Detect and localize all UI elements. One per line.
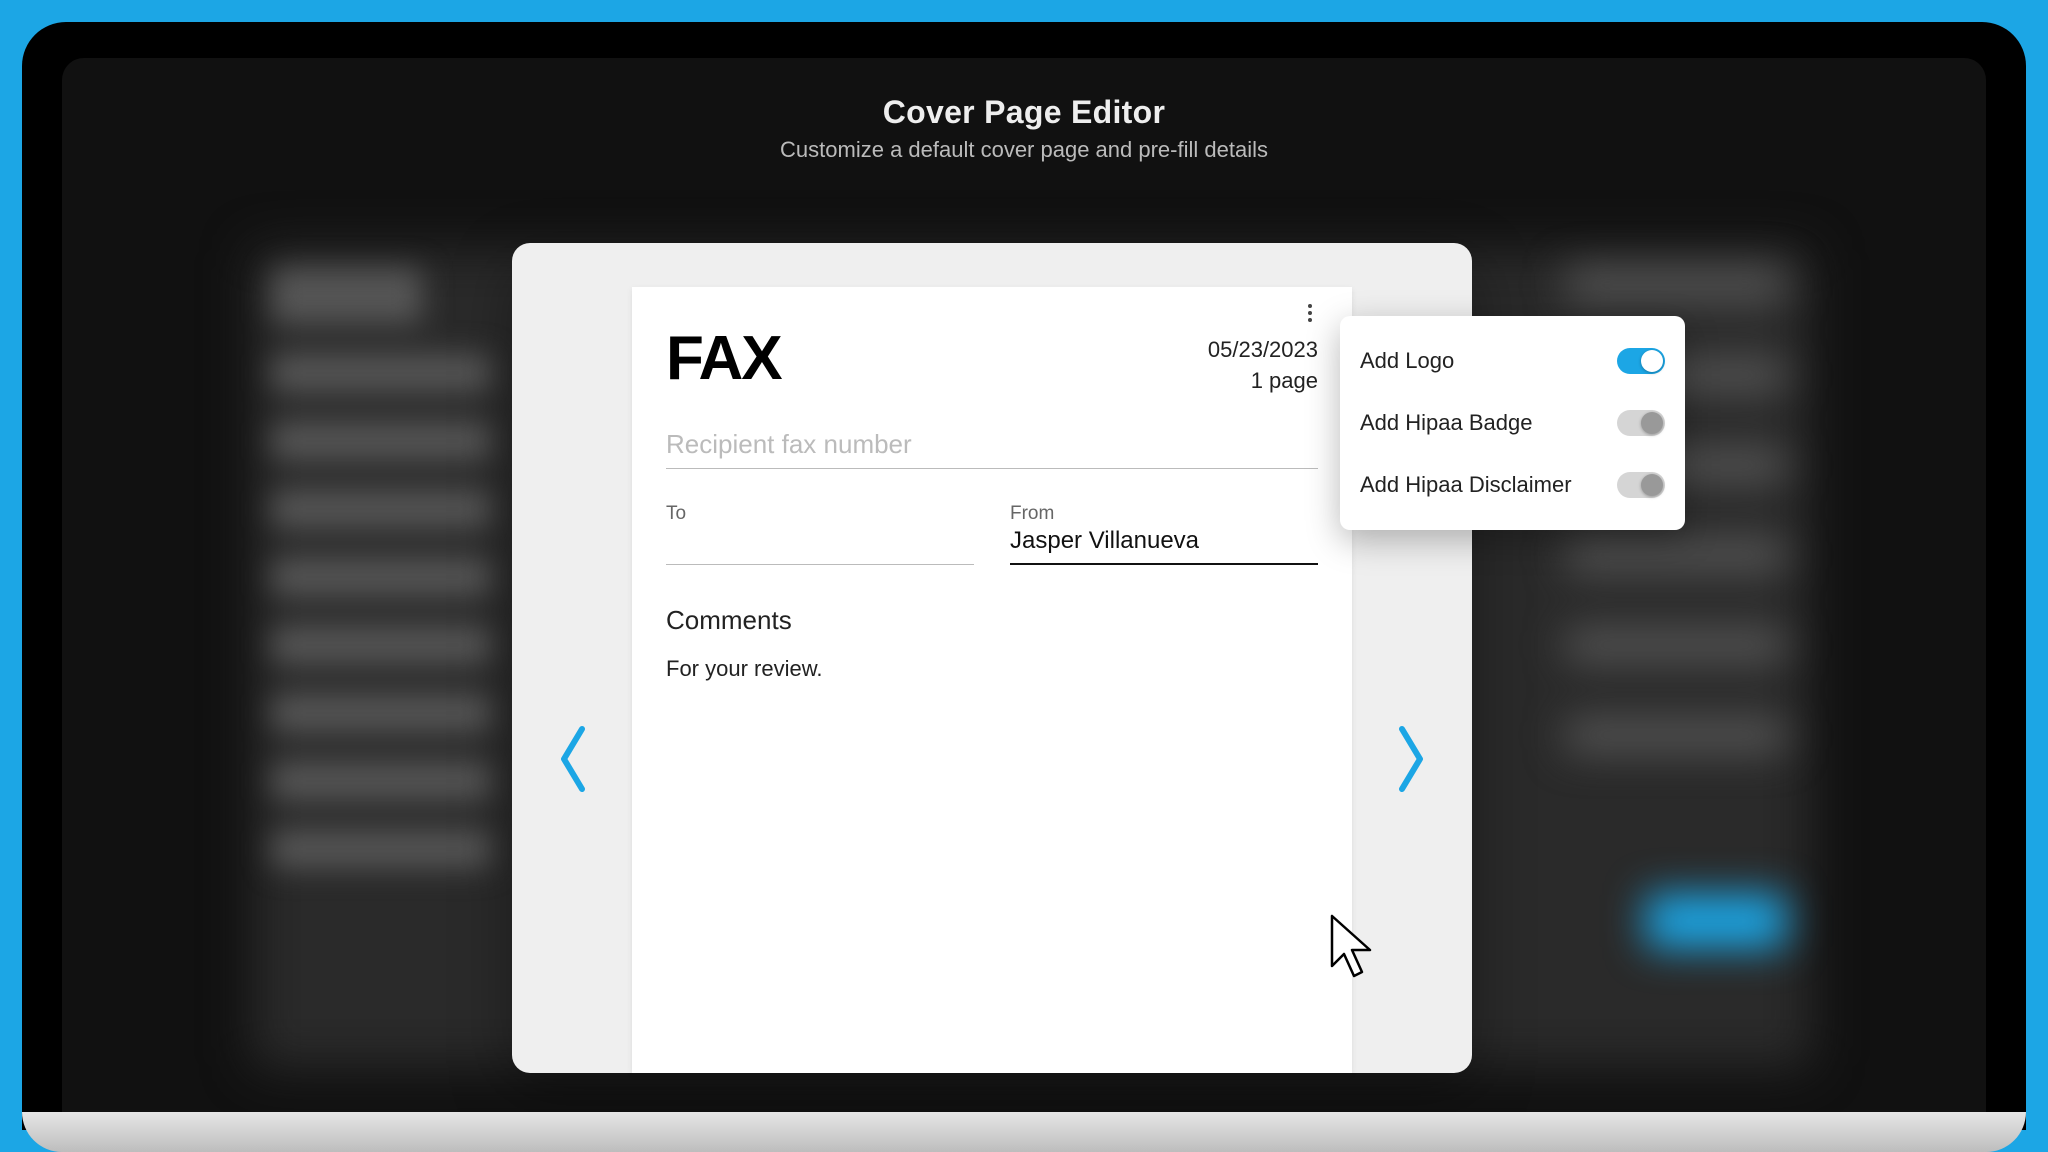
recipient-fax-input[interactable]: Recipient fax number <box>666 429 1318 469</box>
cover-page-preview: FAX 05/23/2023 1 page Recipient fax numb… <box>632 287 1352 1073</box>
toggle-add-hipaa-badge[interactable] <box>1617 410 1665 436</box>
device-frame: Cover Page Editor Customize a default co… <box>22 22 2026 1130</box>
toggle-add-hipaa-disclaimer[interactable] <box>1617 472 1665 498</box>
chevron-left-icon <box>554 723 592 795</box>
more-options-button[interactable] <box>1298 301 1322 325</box>
option-label: Add Hipaa Badge <box>1360 410 1532 436</box>
comments-label: Comments <box>666 605 1318 636</box>
from-field[interactable]: From Jasper Villanueva <box>1010 503 1318 565</box>
option-add-logo: Add Logo <box>1360 330 1665 392</box>
cover-date: 05/23/2023 <box>1208 335 1318 366</box>
comments-text[interactable]: For your review. <box>666 656 1318 682</box>
page-header: Cover Page Editor Customize a default co… <box>62 58 1986 163</box>
toggle-add-logo[interactable] <box>1617 348 1665 374</box>
cover-page-count: 1 page <box>1208 366 1318 397</box>
device-base <box>22 1112 2026 1152</box>
sidebar-blur <box>272 268 492 948</box>
screen: Cover Page Editor Customize a default co… <box>62 58 1986 1130</box>
prev-template-button[interactable] <box>554 723 592 800</box>
option-add-hipaa-badge: Add Hipaa Badge <box>1360 392 1665 454</box>
options-popover: Add Logo Add Hipaa Badge Add Hipaa Discl… <box>1340 316 1685 530</box>
chevron-right-icon <box>1392 723 1430 795</box>
next-template-button[interactable] <box>1392 723 1430 800</box>
to-label: To <box>666 503 974 525</box>
option-add-hipaa-disclaimer: Add Hipaa Disclaimer <box>1360 454 1665 516</box>
to-value <box>666 527 974 557</box>
cover-meta: 05/23/2023 1 page <box>1208 335 1318 397</box>
option-label: Add Hipaa Disclaimer <box>1360 472 1572 498</box>
fax-logo: FAX <box>666 323 781 394</box>
cover-page-editor: FAX 05/23/2023 1 page Recipient fax numb… <box>512 243 1472 1073</box>
from-label: From <box>1010 503 1318 525</box>
option-label: Add Logo <box>1360 348 1454 374</box>
page-subtitle: Customize a default cover page and pre-f… <box>62 137 1986 163</box>
page-title: Cover Page Editor <box>62 94 1986 131</box>
from-value: Jasper Villanueva <box>1010 527 1318 557</box>
to-field[interactable]: To <box>666 503 974 565</box>
